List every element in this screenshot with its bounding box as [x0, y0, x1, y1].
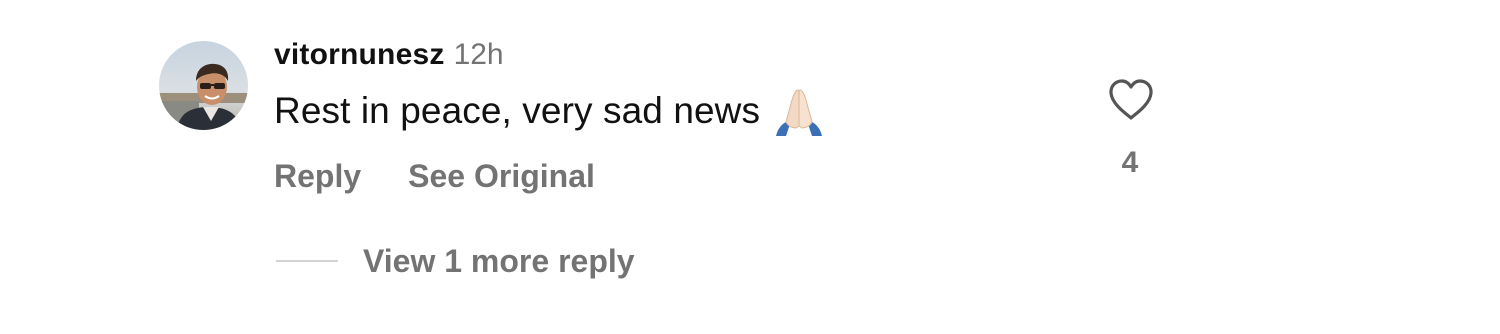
username[interactable]: vitornunesz	[274, 38, 445, 72]
reply-button[interactable]: Reply	[274, 158, 361, 195]
see-original-button[interactable]: See Original	[408, 158, 595, 195]
comment-header: vitornunesz 12h	[274, 38, 504, 78]
heart-outline-icon[interactable]	[1107, 77, 1155, 123]
view-more-replies-button[interactable]: View 1 more reply	[276, 240, 635, 282]
replies-divider	[276, 260, 338, 262]
like-count: 4	[1121, 146, 1139, 179]
view-more-replies-label: View 1 more reply	[363, 242, 635, 279]
comment-body: Rest in peace, very sad news	[274, 86, 826, 136]
comment-item: vitornunesz 12h Rest in peace, very sad …	[0, 0, 1500, 334]
comment-text: Rest in peace, very sad news	[274, 90, 761, 131]
timestamp: 12h	[453, 38, 504, 71]
avatar[interactable]	[159, 41, 248, 130]
comment-actions: Reply See Original	[274, 156, 595, 196]
folded-hands-emoji-icon	[772, 86, 826, 136]
